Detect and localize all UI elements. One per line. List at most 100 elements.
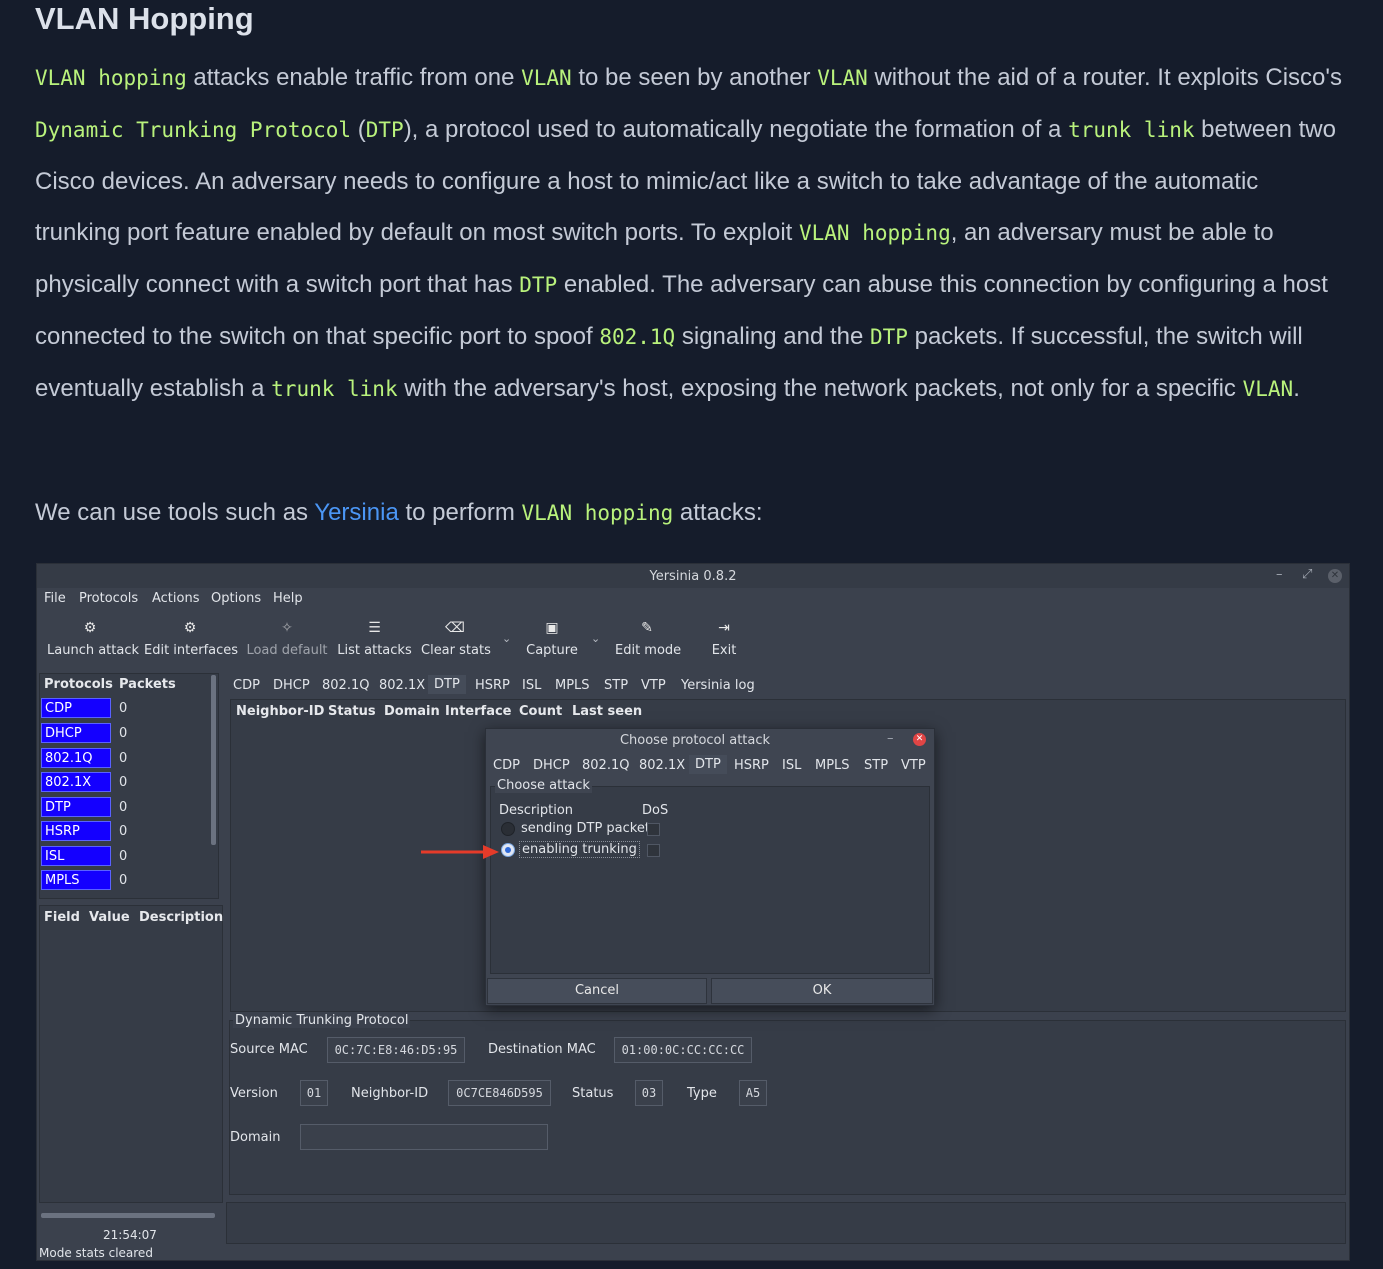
capture-button[interactable]: ▣ Capture: [524, 619, 580, 658]
menu-file[interactable]: File: [44, 591, 66, 606]
section-title: Dynamic Trunking Protocol: [233, 1013, 411, 1028]
text-run: We can use tools such as: [35, 499, 315, 526]
list-attacks-button[interactable]: ☰ List attacks: [337, 619, 412, 658]
inline-code: VLAN hopping: [521, 501, 674, 525]
intro-paragraph: VLAN hopping attacks enable traffic from…: [35, 52, 1347, 415]
scrollbar[interactable]: [211, 675, 216, 845]
tab-vtp[interactable]: VTP: [641, 678, 666, 693]
dialog-minimize-icon[interactable]: –: [887, 731, 894, 746]
dialog-tab-dhcp[interactable]: DHCP: [533, 758, 570, 773]
type-label: Type: [687, 1086, 717, 1101]
edit-interfaces-button[interactable]: ⚙ Edit interfaces: [144, 619, 238, 658]
tab-mpls[interactable]: MPLS: [555, 678, 590, 693]
tab-8021x[interactable]: 802.1X: [379, 678, 425, 693]
source-mac-field[interactable]: 0C:7C:E8:46:D5:95: [327, 1037, 465, 1063]
protocol-row-mpls[interactable]: MPLS: [41, 870, 111, 890]
dialog-tab-mpls[interactable]: MPLS: [815, 758, 850, 773]
status-header: Status: [328, 704, 376, 719]
neighbor-id-header: Neighbor-ID: [236, 704, 325, 719]
inline-code: VLAN: [1242, 377, 1294, 401]
inline-code: 802.1Q: [599, 325, 676, 349]
exit-button[interactable]: ⇥ Exit: [707, 619, 741, 658]
toolbar-label: Edit mode: [615, 643, 682, 658]
ok-button[interactable]: OK: [711, 978, 933, 1004]
cancel-button[interactable]: Cancel: [487, 978, 707, 1004]
edit-mode-button[interactable]: ✎ Edit mode: [615, 619, 682, 658]
packets-header: Packets: [119, 677, 176, 692]
menu-options[interactable]: Options: [211, 591, 261, 606]
dialog-tab-hsrp[interactable]: HSRP: [734, 758, 769, 773]
neighbor-id-field[interactable]: 0C7CE846D595: [448, 1080, 551, 1106]
dialog-tab-vtp[interactable]: VTP: [901, 758, 926, 773]
text-run: signaling and the: [675, 323, 870, 350]
dialog-tab-8021q[interactable]: 802.1Q: [582, 758, 629, 773]
packet-count: 0: [119, 800, 128, 815]
attack-radio-enabling-trunking[interactable]: [501, 843, 515, 857]
menu-protocols[interactable]: Protocols: [79, 591, 138, 606]
menu-actions[interactable]: Actions: [152, 591, 200, 606]
tab-yersinia-log[interactable]: Yersinia log: [681, 678, 755, 693]
toolbar-label: Clear stats: [421, 643, 491, 658]
protocol-row-isl[interactable]: ISL: [41, 846, 111, 866]
packet-count: 0: [119, 849, 128, 864]
protocol-row-8021x[interactable]: 802.1X: [41, 772, 111, 792]
source-mac-label: Source MAC: [230, 1042, 308, 1057]
chevron-down-icon[interactable]: ⌄: [591, 632, 600, 645]
tab-dtp[interactable]: DTP: [428, 675, 466, 694]
inline-code: DTP: [365, 118, 404, 142]
status-message: Mode stats cleared: [39, 1246, 153, 1260]
domain-header: Domain: [384, 704, 440, 719]
maximize-icon[interactable]: ⤢: [1302, 567, 1312, 582]
toolbar-label: Capture: [526, 643, 578, 658]
dos-checkbox[interactable]: [647, 844, 660, 857]
yersinia-link[interactable]: Yersinia: [314, 499, 399, 526]
protocol-row-hsrp[interactable]: HSRP: [41, 821, 111, 841]
type-field[interactable]: A5: [739, 1080, 767, 1106]
dialog-tab-8021x[interactable]: 802.1X: [639, 758, 685, 773]
menu-help[interactable]: Help: [273, 591, 303, 606]
backspace-icon: ⌫: [445, 620, 465, 636]
protocol-row-dhcp[interactable]: DHCP: [41, 723, 111, 743]
status-time: 21:54:07: [103, 1228, 157, 1242]
text-run: to be seen by another: [571, 64, 818, 91]
load-default-button[interactable]: ✧ Load default: [246, 619, 328, 658]
protocol-row-8021q[interactable]: 802.1Q: [41, 748, 111, 768]
minimize-icon[interactable]: –: [1276, 567, 1283, 582]
status-field[interactable]: 03: [635, 1080, 663, 1106]
inline-code: VLAN hopping: [799, 221, 951, 245]
tab-dhcp[interactable]: DHCP: [273, 678, 310, 693]
attack-radio-sending-dtp[interactable]: [501, 822, 515, 836]
chevron-down-icon[interactable]: ⌄: [502, 632, 511, 645]
section-heading: VLAN Hopping: [35, 1, 254, 36]
yersinia-window: Yersinia 0.8.2 – ⤢ ✕ File Protocols Acti…: [36, 563, 1350, 1261]
dialog-tab-isl[interactable]: ISL: [782, 758, 801, 773]
horizontal-scrollbar[interactable]: [41, 1213, 215, 1218]
interface-header: Interface: [445, 704, 512, 719]
version-label: Version: [230, 1086, 278, 1101]
exit-icon: ⇥: [718, 620, 730, 636]
tab-stp[interactable]: STP: [604, 678, 628, 693]
dialog-tab-stp[interactable]: STP: [864, 758, 888, 773]
domain-field[interactable]: [300, 1124, 548, 1150]
packet-count: 0: [119, 824, 128, 839]
tab-hsrp[interactable]: HSRP: [475, 678, 510, 693]
text-run: ), a protocol used to automatically nego…: [403, 116, 1069, 143]
tools-paragraph: We can use tools such as Yersinia to per…: [35, 487, 1347, 539]
protocol-row-cdp[interactable]: CDP: [41, 698, 111, 718]
tab-8021q[interactable]: 802.1Q: [322, 678, 369, 693]
tab-isl[interactable]: ISL: [522, 678, 541, 693]
packet-count: 0: [119, 701, 128, 716]
dialog-close-icon[interactable]: ✕: [913, 733, 926, 746]
launch-attack-button[interactable]: ⚙ Launch attack: [47, 619, 139, 658]
dialog-tab-dtp[interactable]: DTP: [689, 755, 727, 774]
version-field[interactable]: 01: [300, 1080, 328, 1106]
protocol-row-dtp[interactable]: DTP: [41, 797, 111, 817]
inline-code: VLAN: [817, 66, 868, 90]
dialog-tab-cdp[interactable]: CDP: [493, 758, 520, 773]
inline-code: DTP: [519, 273, 558, 297]
dos-checkbox[interactable]: [647, 823, 660, 836]
close-icon[interactable]: ✕: [1328, 569, 1342, 583]
tab-cdp[interactable]: CDP: [233, 678, 260, 693]
dest-mac-field[interactable]: 01:00:0C:CC:CC:CC: [614, 1037, 752, 1063]
clear-stats-button[interactable]: ⌫ Clear stats: [421, 619, 491, 658]
